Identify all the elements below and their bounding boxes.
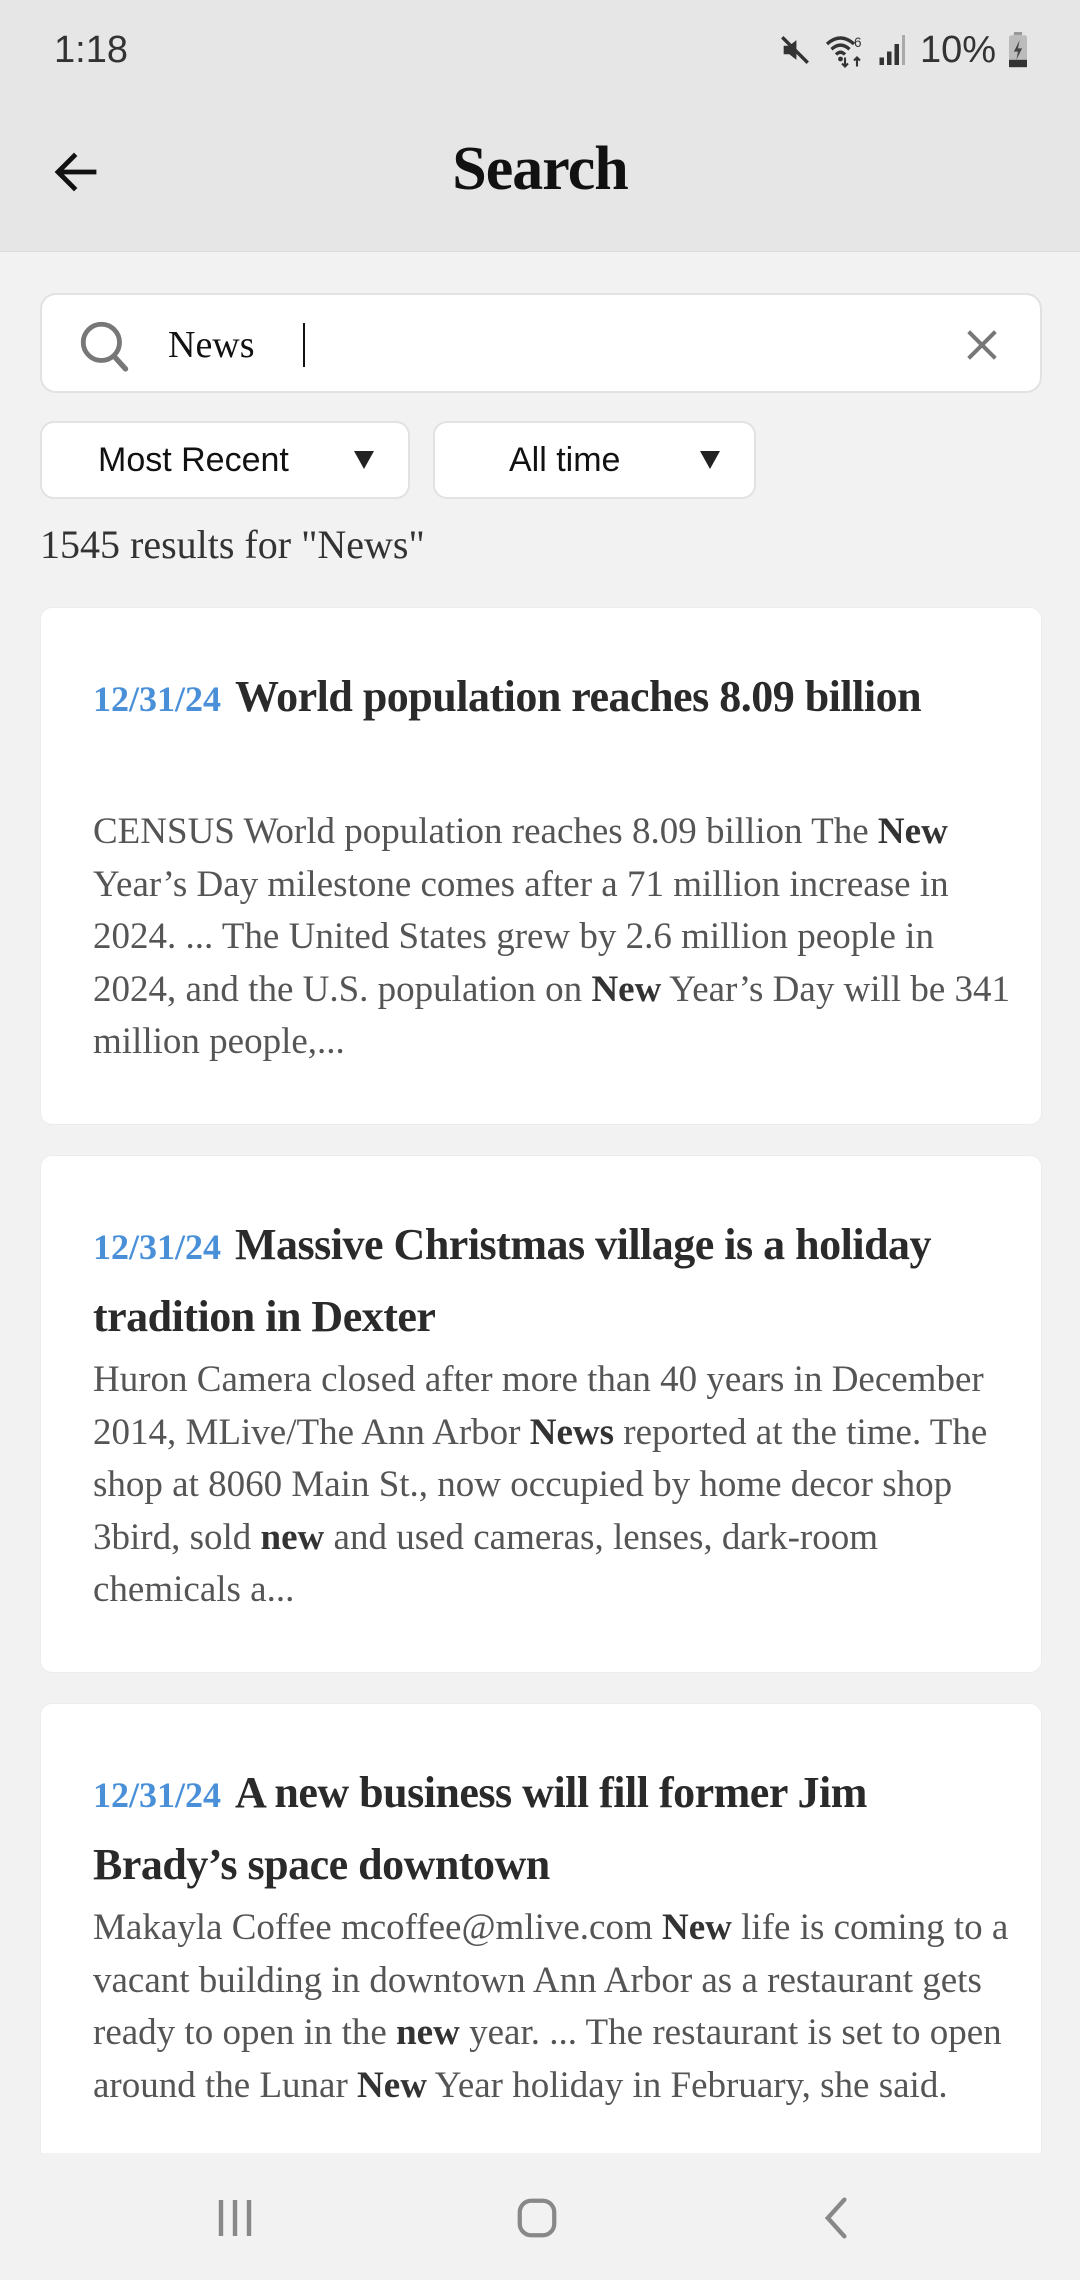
- search-icon: [76, 317, 134, 380]
- back-icon: [824, 2197, 847, 2239]
- result-date: 12/31/24: [93, 1227, 222, 1267]
- svg-text:6: 6: [854, 35, 862, 50]
- nav-back-button[interactable]: [792, 2183, 882, 2253]
- recents-button[interactable]: [190, 2183, 280, 2253]
- snippet-text: CENSUS World population reaches 8.09 bil…: [93, 811, 878, 852]
- keyword-highlight: New: [662, 1907, 732, 1948]
- keyword-highlight: New: [357, 2064, 427, 2106]
- result-card[interactable]: 12/31/24 World population reaches 8.09 bi…: [40, 607, 1042, 1125]
- status-time: 1:18: [54, 28, 128, 71]
- keyword-highlight: New: [877, 811, 948, 852]
- battery-percent: 10%: [919, 28, 996, 71]
- result-date: 12/31/24: [93, 679, 222, 719]
- mute-icon: [778, 33, 812, 67]
- result-card[interactable]: 12/31/24 A new business will fill former …: [40, 1703, 1042, 2153]
- signal-icon: [878, 33, 908, 67]
- results-count: 1545 results for "News": [40, 522, 425, 567]
- status-icons: 6 10%: [778, 29, 1028, 72]
- snippet-text: Makayla Coffee mcoffee@mlive.com: [93, 1907, 663, 1948]
- recents-icon: [218, 2200, 252, 2236]
- time-range-dropdown[interactable]: All time: [433, 421, 756, 499]
- dropdown-arrow-icon: [354, 451, 374, 469]
- result-snippet: Makayla Coffee mcoffee@mlive.com New lif…: [93, 1902, 1013, 2112]
- time-range-dropdown-value: All time: [509, 441, 621, 479]
- system-nav-bar: [0, 2153, 1080, 2280]
- dropdown-arrow-icon: [700, 451, 720, 469]
- status-bar: 1:18 6 10%: [0, 0, 1080, 100]
- home-button[interactable]: [492, 2183, 582, 2253]
- home-icon: [517, 2198, 557, 2238]
- result-title[interactable]: World population reaches 8.09 billion: [235, 672, 922, 721]
- close-icon: [967, 330, 997, 360]
- keyword-highlight: new: [396, 2012, 460, 2053]
- search-bar[interactable]: [40, 293, 1042, 393]
- page-title: Search: [452, 135, 628, 203]
- sort-dropdown-value: Most Recent: [98, 441, 289, 479]
- result-heading: 12/31/24 A new business will fill former …: [93, 1762, 993, 1906]
- battery-charging-icon: [1008, 32, 1028, 68]
- sort-dropdown[interactable]: Most Recent: [40, 421, 410, 499]
- keyword-highlight: new: [260, 1516, 325, 1558]
- result-date: 12/31/24: [93, 1775, 222, 1815]
- clear-search-button[interactable]: [958, 321, 1006, 369]
- app-bar: Search: [0, 100, 1080, 252]
- search-results-page: Most Recent All time 1545 results for "N…: [0, 253, 1080, 2153]
- snippet-text: Year holiday in February, she said.: [426, 2064, 948, 2106]
- search-input[interactable]: [168, 315, 968, 375]
- result-heading: 12/31/24 Massive Christmas village is a h…: [93, 1214, 993, 1358]
- keyword-highlight: New: [591, 968, 662, 1010]
- result-snippet: Huron Camera closed after more than 40 y…: [93, 1354, 1013, 1617]
- keyword-highlight: News: [529, 1411, 615, 1453]
- result-card[interactable]: 12/31/24 Massive Christmas village is a h…: [40, 1155, 1042, 1673]
- text-cursor: [303, 323, 305, 367]
- result-snippet: CENSUS World population reaches 8.09 bil…: [93, 806, 1013, 1069]
- wifi-6-icon: 6: [824, 32, 866, 68]
- result-heading: 12/31/24 World population reaches 8.09 bi…: [93, 666, 993, 738]
